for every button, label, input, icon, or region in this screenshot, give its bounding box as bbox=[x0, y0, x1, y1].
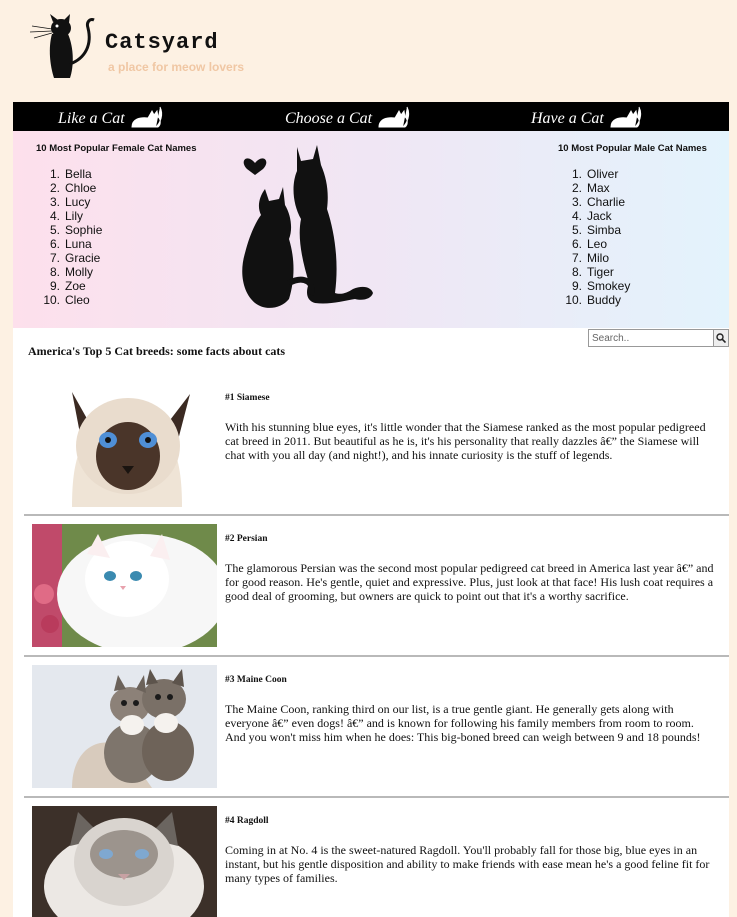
nav-item-label: Choose a Cat bbox=[285, 109, 373, 127]
nav-item-choose-a-cat[interactable]: Choose a Cat bbox=[285, 102, 411, 131]
divider bbox=[24, 514, 729, 516]
site-header: Catsyard a place for meow lovers bbox=[0, 0, 737, 102]
list-item: 10. Buddy bbox=[565, 293, 622, 307]
persian-photo bbox=[32, 524, 217, 647]
list-item: 3. Lucy bbox=[49, 195, 91, 209]
nav-item-like-a-cat[interactable]: Like a Cat bbox=[58, 102, 164, 131]
breed-description: The Maine Coon, ranking third on our lis… bbox=[225, 702, 701, 744]
breed-description: The glamorous Persian was the second mos… bbox=[225, 561, 714, 603]
lying-cat-icon bbox=[131, 106, 162, 127]
male-names-list: 1. Oliver 2. Max 3. Charlie 4. Jack 5. Simba … bbox=[562, 167, 630, 307]
maine-coon-photo bbox=[32, 665, 217, 788]
site-title: Catsyard bbox=[105, 30, 219, 55]
breed-description: Coming in at No. 4 is the sweet-natured … bbox=[225, 843, 710, 885]
breed-title: #2 Persian bbox=[225, 534, 268, 544]
nav-item-label: Have a Cat bbox=[531, 109, 604, 127]
list-item: 1. Oliver bbox=[571, 167, 619, 181]
ragdoll-photo bbox=[32, 806, 217, 917]
breed-title: #1 Siamese bbox=[225, 393, 270, 403]
list-item: 2. Chloe bbox=[49, 181, 97, 195]
lying-cat-icon bbox=[610, 106, 641, 127]
breed-title: #3 Maine Coon bbox=[225, 675, 287, 685]
list-item: 7. Milo bbox=[571, 251, 610, 265]
list-item: 8. Molly bbox=[49, 265, 94, 279]
nav-item-have-a-cat[interactable]: Have a Cat bbox=[531, 102, 643, 131]
breeds-section: #1 Siamese With his stunning blue eyes, … bbox=[13, 328, 729, 917]
list-item: 2. Max bbox=[571, 181, 610, 195]
list-item: 4. Jack bbox=[571, 209, 612, 223]
list-item: 1. Bella bbox=[49, 167, 92, 181]
main-nav: Like a Cat Choose a Cat Have a Cat bbox=[13, 102, 729, 131]
list-item: 5. Simba bbox=[571, 223, 622, 237]
breeds-section-heading: America's Top 5 Cat breeds: some facts a… bbox=[28, 344, 286, 358]
breed-description: With his stunning blue eyes, it's little… bbox=[225, 420, 706, 462]
search-button[interactable] bbox=[713, 330, 728, 346]
list-item: 7. Gracie bbox=[49, 251, 101, 265]
site-tagline: a place for meow lovers bbox=[108, 60, 245, 74]
female-names-list: 1. Bella 2. Chloe 3. Lucy 4. Lily 5. Sophie 6… bbox=[40, 167, 102, 307]
list-item: 4. Lily bbox=[49, 209, 84, 223]
search-input[interactable] bbox=[589, 330, 713, 346]
nav-item-label: Like a Cat bbox=[58, 109, 125, 127]
list-item: 5. Sophie bbox=[49, 223, 103, 237]
male-names-title: 10 Most Popular Male Cat Names bbox=[558, 143, 707, 154]
list-item: 10. Cleo bbox=[43, 293, 90, 307]
list-item: 6. Leo bbox=[571, 237, 608, 251]
list-item: 6. Luna bbox=[49, 237, 92, 251]
list-item: 8. Tiger bbox=[571, 265, 614, 279]
search-box bbox=[588, 329, 729, 347]
breed-title: #4 Ragdoll bbox=[225, 816, 269, 826]
divider bbox=[24, 796, 729, 798]
divider bbox=[24, 655, 729, 657]
siamese-photo bbox=[32, 384, 217, 507]
cat-couple-illustration-icon bbox=[242, 145, 373, 308]
search-icon bbox=[716, 333, 726, 343]
cat-logo-icon[interactable] bbox=[28, 14, 98, 80]
lying-cat-icon bbox=[378, 106, 410, 127]
female-names-title: 10 Most Popular Female Cat Names bbox=[36, 143, 197, 154]
list-item: 9. Smokey bbox=[571, 279, 631, 293]
list-item: 3. Charlie bbox=[571, 195, 626, 209]
cat-names-banner: 10 Most Popular Female Cat Names 1. Bella… bbox=[13, 131, 729, 328]
list-item: 9. Zoe bbox=[49, 279, 86, 293]
